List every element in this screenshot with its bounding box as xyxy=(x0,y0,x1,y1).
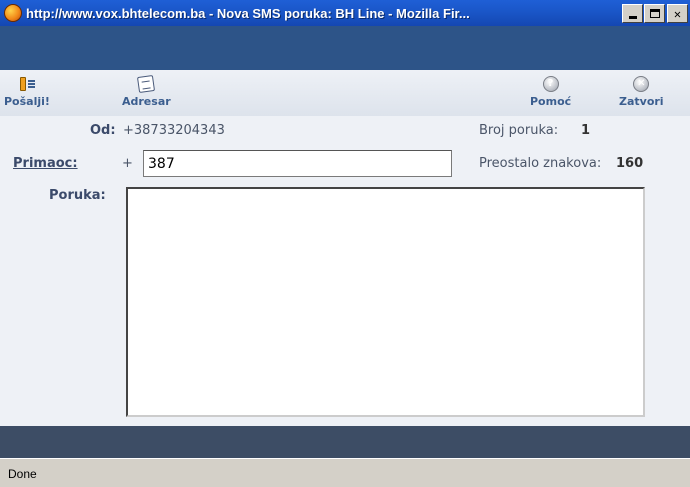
title-bar: http://www.vox.bhtelecom.ba - Nova SMS p… xyxy=(0,0,690,26)
help-button[interactable]: ? Pomoć xyxy=(530,76,571,108)
maximize-button[interactable] xyxy=(644,4,665,23)
remaining-chars-value: 160 xyxy=(616,156,644,171)
from-value: +38733204343 xyxy=(123,123,225,138)
minimize-icon xyxy=(628,16,637,19)
firefox-icon xyxy=(4,4,22,22)
status-bar: Done xyxy=(0,458,690,487)
close-circle-icon: ✕ xyxy=(633,76,650,92)
send-button[interactable]: Pošalji! xyxy=(4,76,50,108)
footer-band xyxy=(0,426,690,458)
message-label: Poruka: xyxy=(49,188,106,203)
recipient-link[interactable]: Primaoc: xyxy=(13,156,78,171)
close-label: Zatvori xyxy=(619,95,664,108)
recipient-prefix: + xyxy=(122,156,133,171)
from-label: Od: xyxy=(90,123,116,138)
maximize-icon xyxy=(649,9,660,18)
addressbook-label: Adresar xyxy=(122,95,171,108)
window-close-button[interactable]: ✕ xyxy=(667,4,688,23)
minimize-button[interactable] xyxy=(622,4,643,23)
addressbook-icon xyxy=(137,74,156,94)
recipient-input[interactable] xyxy=(143,150,452,177)
send-icon xyxy=(19,76,35,92)
message-count-value: 1 xyxy=(581,123,591,138)
message-count-label: Broj poruka: xyxy=(479,123,559,138)
addressbook-button[interactable]: Adresar xyxy=(122,74,171,108)
message-textarea[interactable] xyxy=(126,187,645,417)
send-label: Pošalji! xyxy=(4,95,50,108)
close-button[interactable]: ✕ Zatvori xyxy=(619,76,664,108)
close-icon: ✕ xyxy=(673,6,682,21)
help-icon: ? xyxy=(542,76,559,92)
remaining-chars-label: Preostalo znakova: xyxy=(479,156,602,171)
window-title: http://www.vox.bhtelecom.ba - Nova SMS p… xyxy=(26,5,470,21)
help-label: Pomoć xyxy=(530,95,572,108)
status-text: Done xyxy=(8,467,37,481)
sms-form: Od: +38733204343 Broj poruka: 1 Primaoc:… xyxy=(0,116,690,426)
toolbar: Pošalji! Adresar ? Pomoć ✕ Zatvori xyxy=(0,70,690,116)
header-band xyxy=(0,26,690,70)
